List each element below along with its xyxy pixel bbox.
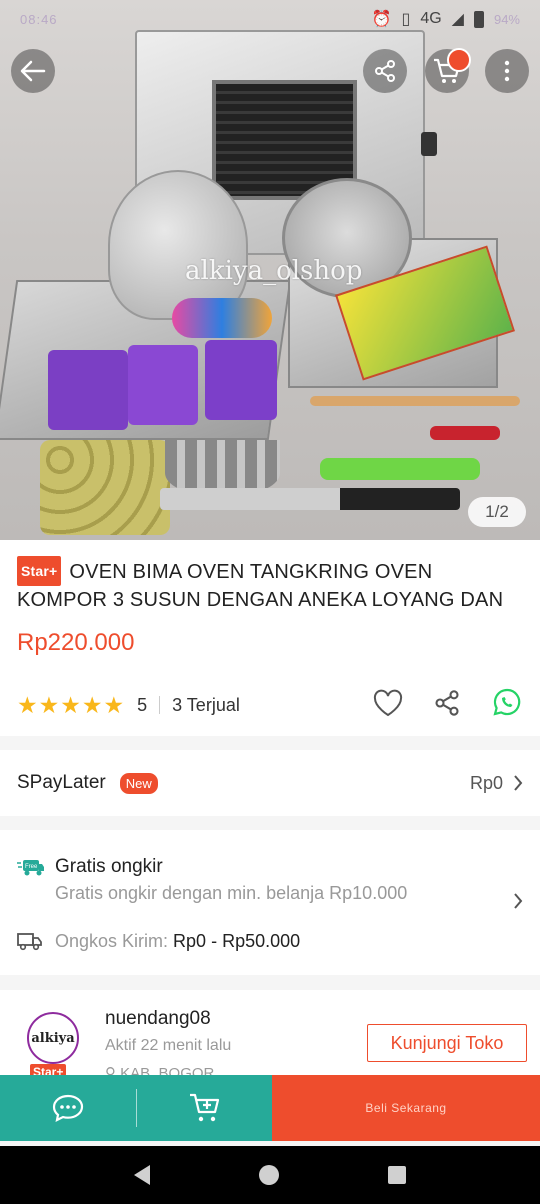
free-shipping-icon: Free — [17, 856, 45, 883]
star-plus-badge: Star+ — [17, 556, 62, 586]
battery-percent: 94% — [493, 11, 520, 27]
spaylater-row[interactable]: SPayLater New Rp0 — [0, 750, 540, 816]
truck-icon — [17, 931, 43, 956]
share-product-button[interactable] — [433, 689, 461, 717]
new-badge: New — [119, 772, 158, 794]
svg-text:Free: Free — [25, 864, 38, 870]
product-image[interactable]: 08:46 ⏰ ▯ 4G ◢ 94% alkiya_olshop 1/2 — [0, 0, 540, 540]
alarm-icon: ⏰ — [371, 11, 392, 28]
whisk-picture — [430, 426, 500, 440]
cart-count-badge — [447, 48, 471, 72]
visit-shop-button[interactable]: Kunjungi Toko — [367, 1024, 527, 1062]
status-bar: 08:46 ⏰ ▯ 4G ◢ 94% — [0, 0, 540, 38]
whatsapp-share-button[interactable] — [491, 687, 523, 719]
network-label: 4G — [420, 10, 442, 27]
product-price: Rp220.000 — [17, 629, 135, 656]
sold-count: 3 Terjual — [172, 694, 240, 715]
vibrate-icon: ▯ — [401, 11, 411, 28]
product-page: 08:46 ⏰ ▯ 4G ◢ 94% alkiya_olshop 1/2 Sta… — [0, 0, 540, 1204]
bottom-action-bar: Beli Sekarang — [0, 1075, 540, 1141]
add-to-cart-icon — [189, 1093, 219, 1122]
nav-back-icon[interactable] — [134, 1165, 151, 1185]
scraper-picture — [205, 340, 277, 420]
piping-nozzles-picture — [165, 440, 280, 495]
system-nav-bar — [0, 1146, 540, 1204]
shop-name[interactable]: nuendang08 — [105, 1008, 211, 1030]
chevron-right-icon — [514, 775, 523, 791]
shop-section: alkiya Star+ nuendang08 Aktif 22 menit l… — [0, 990, 540, 1082]
buy-now-button[interactable]: Beli Sekarang — [272, 1075, 540, 1141]
shipping-section[interactable]: Free Gratis ongkir Gratis ongkir dengan … — [0, 830, 540, 975]
nav-home-icon[interactable] — [258, 1165, 279, 1185]
measuring-cups-picture — [172, 298, 272, 338]
brush-picture — [310, 396, 520, 406]
chevron-right-icon[interactable] — [513, 892, 523, 915]
shipping-cost: Ongkos Kirim: Rp0 - Rp50.000 — [55, 931, 300, 952]
shop-avatar[interactable]: alkiya — [27, 1012, 79, 1064]
nav-recents-icon[interactable] — [387, 1166, 406, 1184]
heart-icon — [373, 689, 403, 717]
cookie-cutters-picture — [40, 440, 170, 535]
free-shipping-subtitle: Gratis ongkir dengan min. belanja Rp10.0… — [55, 883, 408, 903]
shipping-cost-value: Rp0 - Rp50.000 — [173, 931, 301, 951]
product-info: Star+ OVEN BIMA OVEN TANGKRING OVEN KOMPO… — [0, 540, 540, 736]
share-icon — [375, 60, 395, 82]
arrow-left-icon — [20, 60, 46, 82]
rating-stars-icon: ★★★★★ — [17, 691, 126, 718]
product-title-text: OVEN BIMA OVEN TANGKRING OVEN KOMPOR 3 S… — [17, 561, 504, 611]
share-icon — [435, 690, 459, 716]
signal-icon: ◢ — [451, 11, 464, 28]
status-time: 08:46 — [20, 11, 58, 27]
rating-value: 5 — [137, 694, 148, 715]
free-shipping-title: Gratis ongkir — [55, 856, 163, 877]
spaylater-value: Rp0 — [469, 772, 503, 793]
spatula-picture — [320, 458, 480, 480]
image-watermark: alkiya_olshop — [185, 256, 363, 286]
more-options-button[interactable] — [485, 49, 529, 93]
rating-row: ★★★★★ 5 3 Terjual — [17, 687, 523, 720]
share-button[interactable] — [363, 49, 407, 93]
shop-active-status: Aktif 22 menit lalu — [105, 1037, 232, 1054]
whatsapp-icon — [493, 688, 521, 716]
back-button[interactable] — [11, 49, 55, 93]
spaylater-label: SPayLater — [17, 772, 106, 793]
favorite-button[interactable] — [373, 689, 403, 717]
battery-icon — [473, 10, 484, 28]
chat-icon — [52, 1094, 84, 1122]
chat-button[interactable] — [0, 1075, 136, 1141]
scraper-picture — [48, 350, 128, 430]
knife-picture — [160, 488, 460, 510]
scraper-picture — [128, 345, 198, 425]
shop-avatar-text: alkiya — [31, 1030, 75, 1046]
shipping-cost-label: Ongkos Kirim: — [55, 931, 169, 951]
product-title: Star+ OVEN BIMA OVEN TANGKRING OVEN KOMPO… — [17, 556, 523, 614]
add-to-cart-button[interactable] — [137, 1075, 272, 1141]
more-vertical-icon — [504, 60, 510, 82]
image-counter: 1/2 — [468, 497, 526, 527]
